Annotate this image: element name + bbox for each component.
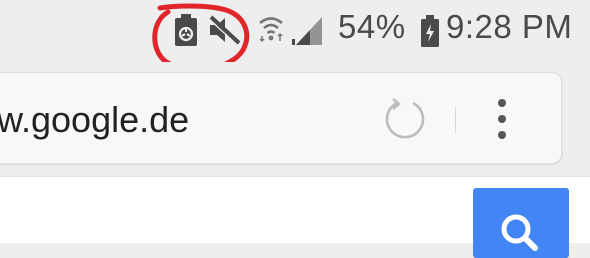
battery-percentage: 54% xyxy=(338,8,406,45)
toolbar-divider xyxy=(455,107,456,133)
url-text[interactable]: w.google.de xyxy=(0,99,189,141)
vibrate-off-icon xyxy=(208,15,241,45)
web-page xyxy=(0,176,590,258)
search-button[interactable] xyxy=(473,188,569,258)
status-bar: 54% 9:28 PM xyxy=(0,0,590,73)
reload-icon[interactable] xyxy=(383,97,427,141)
browser-toolbar: w.google.de xyxy=(0,62,590,174)
search-icon xyxy=(501,214,538,251)
battery-charging-icon xyxy=(421,15,439,47)
address-bar[interactable]: w.google.de xyxy=(0,72,562,164)
wifi-icon xyxy=(259,17,283,43)
clock: 9:28 PM xyxy=(446,8,573,45)
cellular-signal-icon xyxy=(292,17,322,45)
battery-saver-icon xyxy=(175,14,197,46)
more-vert-icon[interactable] xyxy=(489,99,515,141)
